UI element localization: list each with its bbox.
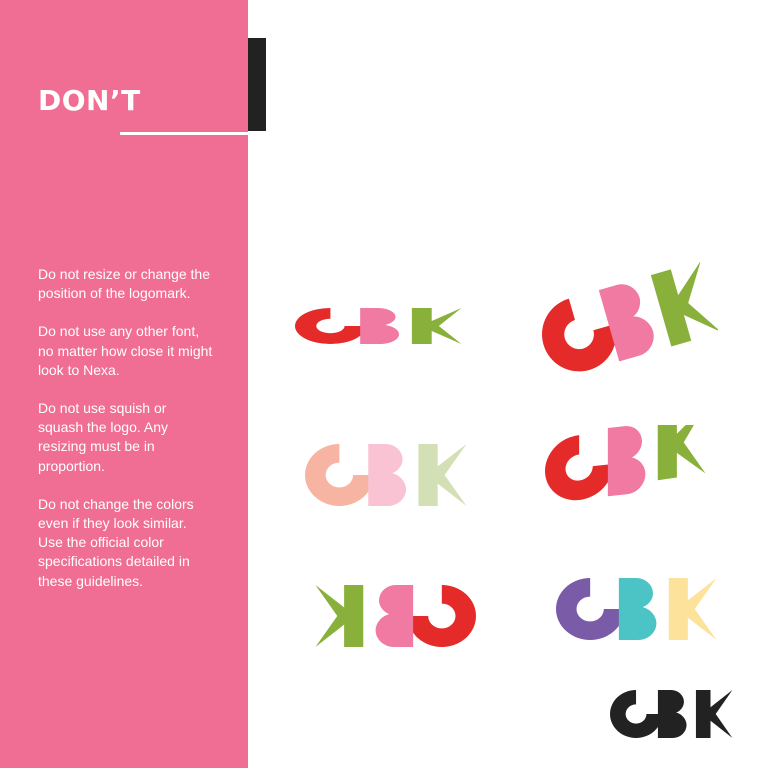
logo-letter-b: [375, 585, 414, 647]
logo-letter-k: [657, 425, 706, 481]
logo-letter-k: [418, 444, 467, 506]
logo-letter-b: [368, 444, 407, 506]
rule-item: Do not use any other font, no matter how…: [38, 323, 213, 378]
logo-letter-b: [657, 690, 687, 738]
logo-letter-b: [618, 578, 657, 640]
logo-wavy-distorted: [545, 425, 706, 504]
rule-item: Do not resize or change the position of …: [38, 266, 210, 302]
logo-alternate-colors: [556, 578, 717, 640]
page-title: DON’T: [38, 84, 141, 117]
logo-letter-c: [545, 431, 614, 504]
logo-letter-k: [695, 690, 733, 738]
rule-item: Do not change the colors even if they lo…: [38, 495, 194, 589]
logo-letter-c: [295, 308, 366, 344]
logo-letter-k: [668, 578, 717, 640]
logo-letter-k: [411, 308, 462, 344]
logo-letter-k: [315, 585, 364, 647]
logo-letter-c: [610, 690, 663, 738]
accent-bar: [248, 38, 266, 131]
logo-letter-b: [607, 425, 646, 497]
logo-mirrored: [315, 585, 476, 647]
logo-letter-b: [360, 308, 400, 344]
logo-squashed: [295, 308, 462, 344]
logo-pastel-colors: [305, 444, 467, 506]
logo-letter-c: [556, 578, 625, 640]
rule-item: Do not use squish or squash the logo. An…: [38, 400, 168, 474]
logo-rotated: [540, 262, 718, 378]
logo-letter-c: [305, 444, 374, 506]
logo-letter-c: [407, 585, 476, 647]
logo-correct-mono: [610, 690, 733, 738]
rules-list: Do not resize or change the position of …: [38, 265, 213, 610]
logo-letter-k: [650, 262, 718, 347]
title-underline: [120, 132, 248, 135]
